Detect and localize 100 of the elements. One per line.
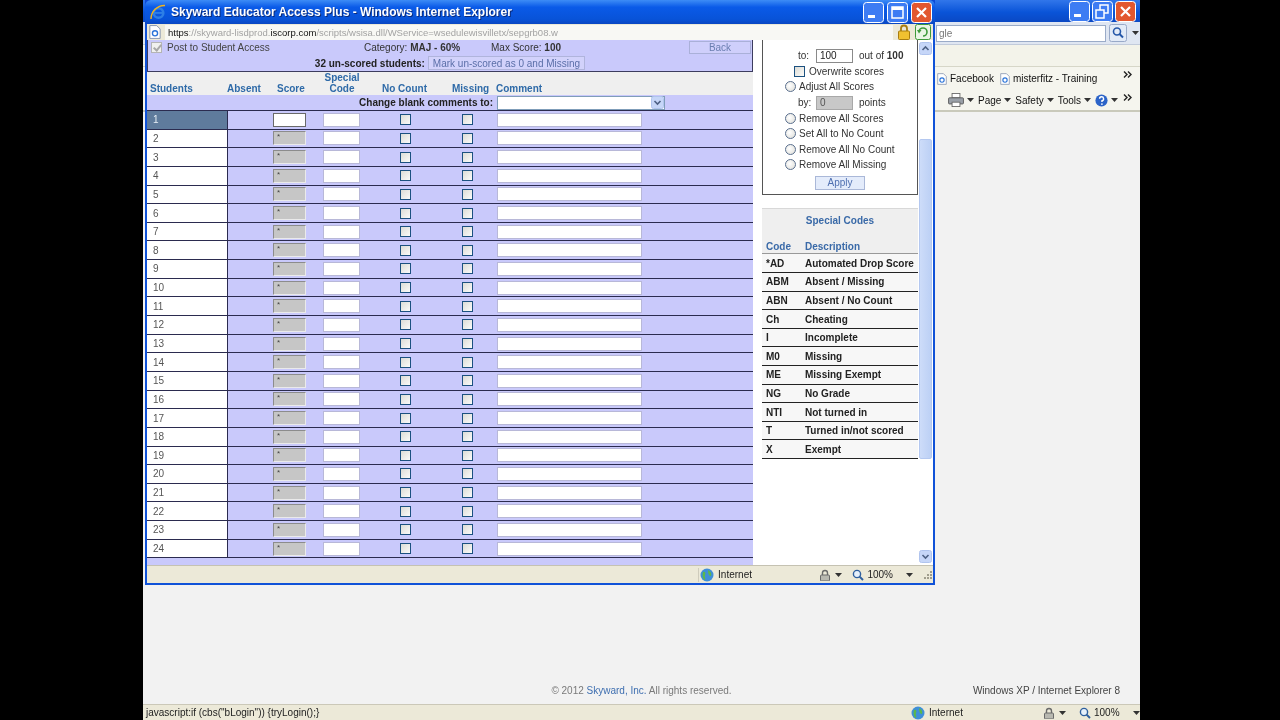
- column-header[interactable]: No Count: [365, 83, 452, 94]
- checkbox[interactable]: [400, 468, 411, 480]
- favorite-link[interactable]: Facebook: [937, 72, 994, 85]
- search-field[interactable]: gle: [936, 24, 1106, 42]
- menu-button[interactable]: Safety: [1015, 94, 1054, 106]
- resize-grip-icon[interactable]: [921, 569, 933, 580]
- checkbox[interactable]: [400, 300, 411, 312]
- comment-field[interactable]: [497, 336, 642, 351]
- student-cell[interactable]: 12: [147, 316, 228, 334]
- special-code-field[interactable]: [323, 187, 360, 202]
- special-code-field[interactable]: [323, 355, 360, 370]
- special-code-field[interactable]: [323, 504, 360, 519]
- comment-field[interactable]: [497, 261, 642, 276]
- comment-field[interactable]: [497, 112, 642, 127]
- scroll-up-icon[interactable]: [918, 42, 932, 55]
- checkbox[interactable]: [462, 300, 473, 312]
- column-header[interactable]: Missing: [452, 83, 496, 94]
- student-cell[interactable]: 20: [147, 465, 228, 483]
- minimize-icon[interactable]: [1069, 0, 1090, 22]
- checkbox[interactable]: [462, 375, 473, 387]
- checkbox[interactable]: [462, 132, 473, 144]
- comment-field[interactable]: [497, 448, 642, 463]
- caret-icon[interactable]: [1132, 31, 1139, 35]
- special-code-field[interactable]: [323, 411, 360, 426]
- checkbox[interactable]: [462, 505, 473, 517]
- checkbox[interactable]: [400, 487, 411, 499]
- checkbox[interactable]: [462, 449, 473, 461]
- address-field[interactable]: https://skyward-lisdprod.iscorp.com/scripts/wsisa.dll/WService=wsedulewisvilletx/sepgrb08.w: [165, 24, 893, 40]
- comment-field[interactable]: [497, 522, 642, 537]
- radio-button[interactable]: [785, 143, 796, 155]
- search-icon[interactable]: [1109, 24, 1127, 42]
- comment-field[interactable]: [497, 355, 642, 370]
- menu-button[interactable]: Page: [978, 94, 1012, 106]
- scrollbar[interactable]: [918, 40, 932, 565]
- checkbox[interactable]: [400, 132, 411, 144]
- padlock-icon[interactable]: [1043, 706, 1055, 719]
- student-cell[interactable]: 11: [147, 297, 228, 316]
- checkbox[interactable]: [400, 393, 411, 405]
- checkbox[interactable]: [400, 505, 411, 517]
- special-code-field[interactable]: [323, 522, 360, 537]
- favorite-link[interactable]: misterfitz - Training: [999, 72, 1098, 85]
- student-cell[interactable]: 8: [147, 241, 228, 260]
- checkbox[interactable]: [400, 319, 411, 331]
- special-code-field[interactable]: [323, 373, 360, 388]
- checkbox[interactable]: [462, 151, 473, 163]
- comment-field[interactable]: [497, 187, 642, 202]
- student-cell[interactable]: 14: [147, 353, 228, 371]
- close-icon[interactable]: [1115, 0, 1136, 22]
- student-cell[interactable]: 17: [147, 409, 228, 427]
- special-code-field[interactable]: [323, 243, 360, 258]
- column-header[interactable]: Special Code: [319, 72, 365, 94]
- scrollbar-thumb[interactable]: [918, 139, 932, 459]
- checkbox[interactable]: [462, 282, 473, 294]
- score-field[interactable]: [273, 112, 306, 127]
- special-code-field[interactable]: [323, 448, 360, 463]
- comment-field[interactable]: [497, 429, 642, 444]
- comment-field[interactable]: [497, 206, 642, 220]
- help-button[interactable]: [1095, 93, 1119, 107]
- checkbox[interactable]: [400, 244, 411, 256]
- caret-icon[interactable]: [1059, 710, 1066, 715]
- checkbox[interactable]: [400, 412, 411, 424]
- comment-field[interactable]: [497, 541, 642, 556]
- mark-unscored-button[interactable]: Mark un-scored as 0 and Missing: [427, 56, 586, 70]
- caret-icon[interactable]: [834, 572, 842, 577]
- menu-button[interactable]: Tools: [1057, 94, 1092, 106]
- zoom-button[interactable]: 100%: [852, 568, 913, 581]
- special-code-field[interactable]: [323, 541, 360, 556]
- checkbox[interactable]: [462, 338, 473, 349]
- special-code-field[interactable]: [323, 261, 360, 276]
- special-code-field[interactable]: [323, 131, 360, 146]
- comment-field[interactable]: [497, 485, 642, 500]
- close-icon[interactable]: [911, 1, 932, 23]
- checkbox[interactable]: [462, 543, 473, 555]
- student-cell[interactable]: 6: [147, 204, 228, 222]
- special-code-field[interactable]: [323, 168, 360, 183]
- company-link[interactable]: Skyward, Inc.: [586, 685, 647, 696]
- comment-field[interactable]: [497, 243, 642, 258]
- student-cell[interactable]: 23: [147, 521, 228, 539]
- comment-field[interactable]: [497, 392, 642, 407]
- special-code-field[interactable]: [323, 206, 360, 220]
- checkbox[interactable]: [462, 487, 473, 499]
- checkbox[interactable]: [400, 188, 411, 200]
- checkbox[interactable]: [462, 431, 473, 443]
- checkbox[interactable]: [400, 263, 411, 275]
- special-code-field[interactable]: [323, 485, 360, 500]
- checkbox[interactable]: [400, 356, 411, 368]
- column-header[interactable]: Students: [150, 83, 227, 94]
- checkbox[interactable]: [462, 319, 473, 331]
- checkbox[interactable]: [400, 151, 411, 163]
- checkbox[interactable]: [400, 449, 411, 461]
- column-header[interactable]: Comment: [496, 83, 753, 94]
- print-button[interactable]: [948, 93, 974, 107]
- comment-field[interactable]: [497, 373, 642, 388]
- student-cell[interactable]: 22: [147, 502, 228, 521]
- checkbox[interactable]: [462, 226, 473, 238]
- comment-field[interactable]: [497, 224, 642, 239]
- radio-button[interactable]: [785, 112, 796, 124]
- padlock-icon[interactable]: [897, 24, 911, 40]
- column-header[interactable]: Absent: [227, 83, 277, 94]
- comment-field[interactable]: [497, 280, 642, 295]
